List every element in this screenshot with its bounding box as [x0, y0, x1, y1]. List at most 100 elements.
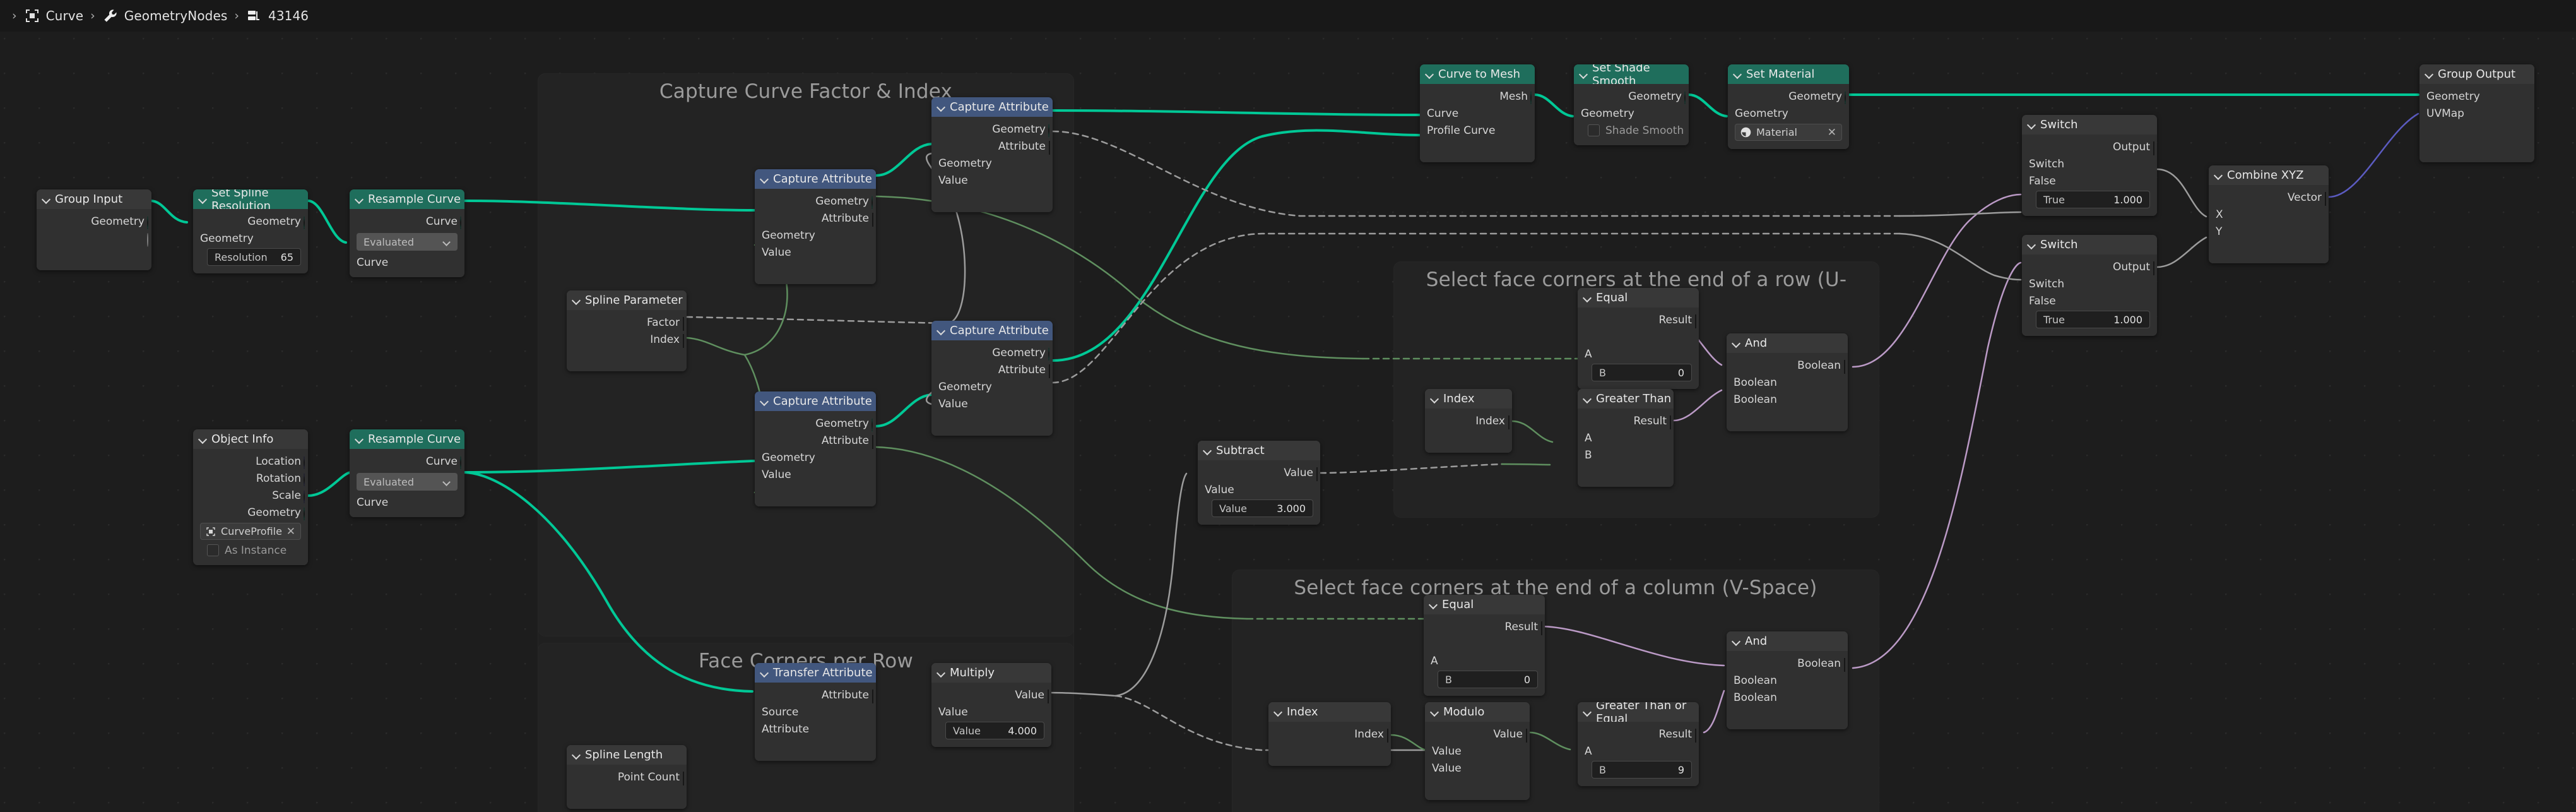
socket-row-geometry-out[interactable]: Geometry — [37, 213, 151, 230]
socket-row-index-out[interactable]: Index — [1425, 412, 1512, 429]
source-input-socket[interactable] — [755, 707, 759, 717]
node-header[interactable]: And — [1727, 631, 1848, 651]
chevron-down-icon[interactable] — [1734, 70, 1742, 78]
material-selector-field[interactable]: Material ✕ — [1735, 124, 1842, 141]
a-input-socket[interactable] — [1424, 656, 1428, 666]
node-capture-attribute-c[interactable]: Capture Attribute Geometry Attribute Geo… — [755, 391, 876, 506]
node-header[interactable]: Greater Than — [1578, 389, 1674, 409]
geometry-input-socket[interactable] — [2419, 92, 2424, 101]
node-editor-canvas[interactable]: Capture Curve Factor & Index Select face… — [0, 32, 2576, 812]
socket-row-point-count-out[interactable]: Point Count — [567, 768, 687, 785]
node-set-spline-resolution[interactable]: Set Spline Resolution Geometry Geometry … — [193, 189, 308, 273]
value-input-socket[interactable] — [931, 399, 936, 409]
object-input-socket[interactable] — [193, 527, 198, 536]
socket-row-attribute-out[interactable]: Attribute — [755, 210, 876, 227]
switch-input-socket[interactable] — [2022, 159, 2026, 169]
geometry-output-socket[interactable] — [147, 216, 151, 230]
chevron-down-icon[interactable] — [42, 195, 50, 203]
boolean-b-input-socket[interactable] — [1727, 395, 1731, 404]
socket-row-geometry-in[interactable]: Geometry — [755, 227, 876, 244]
shade-smooth-checkbox-row[interactable]: Shade Smooth — [1574, 122, 1689, 139]
boolean-b-input-socket[interactable] — [1727, 693, 1731, 702]
socket-row-curve-in[interactable]: Curve — [350, 494, 464, 511]
socket-row-value-in[interactable]: Value — [755, 466, 876, 483]
attribute-input-socket[interactable] — [755, 724, 759, 734]
a-input-socket[interactable] — [1578, 433, 1582, 443]
value-b-input-socket[interactable] — [1198, 503, 1202, 513]
x-input-socket[interactable] — [2209, 210, 2213, 219]
node-and-uspace[interactable]: And Boolean Boolean Boolean — [1727, 333, 1848, 431]
value-input-socket[interactable] — [931, 707, 936, 717]
false-input-socket[interactable] — [2022, 296, 2026, 306]
socket-row-virtual[interactable] — [2419, 122, 2534, 139]
true-input-socket[interactable] — [2022, 314, 2026, 324]
socket-row-value-in[interactable]: Value — [931, 172, 1053, 189]
geometry-output-socket[interactable] — [1684, 91, 1689, 105]
node-header[interactable]: Group Output — [2419, 64, 2534, 84]
socket-row-boolean-out[interactable]: Boolean — [1727, 655, 1848, 672]
socket-row-output-out[interactable]: Output — [2022, 258, 2157, 275]
index-output-socket[interactable] — [1508, 415, 1512, 429]
chevron-down-icon[interactable] — [1583, 294, 1592, 302]
node-switch-1[interactable]: Switch Output Switch False True 1.000 — [2022, 115, 2157, 216]
result-output-socket[interactable] — [1540, 621, 1545, 635]
value-b-input-socket[interactable] — [931, 725, 936, 735]
socket-row-attribute-out[interactable]: Attribute — [931, 138, 1053, 155]
node-header[interactable]: Capture Attribute — [931, 321, 1053, 340]
chevron-down-icon[interactable] — [1203, 446, 1212, 455]
chevron-down-icon[interactable] — [1732, 637, 1740, 645]
socket-row-a-in[interactable]: A — [1578, 345, 1699, 362]
chevron-down-icon[interactable] — [572, 296, 581, 304]
socket-row-geometry-out[interactable]: Geometry — [1574, 88, 1689, 105]
material-input-socket[interactable] — [1728, 128, 1732, 137]
geometry-output-socket[interactable] — [871, 196, 876, 210]
socket-row-uvmap-in[interactable]: UVMap — [2419, 105, 2534, 122]
node-capture-attribute-d[interactable]: Capture Attribute Geometry Attribute Geo… — [931, 321, 1053, 436]
chevron-down-icon[interactable] — [937, 669, 945, 677]
node-group-input[interactable]: Group Input Geometry — [37, 189, 151, 270]
node-header[interactable]: Equal — [1424, 595, 1545, 614]
socket-row-mesh-out[interactable]: Mesh — [1420, 88, 1535, 105]
node-header[interactable]: Set Material — [1728, 64, 1849, 84]
y-input-socket[interactable] — [2209, 227, 2213, 236]
node-header[interactable]: Object Info — [193, 429, 308, 449]
curve-output-socket[interactable] — [460, 456, 464, 470]
b-field[interactable]: B 9 — [1592, 761, 1692, 779]
geometry-output-socket[interactable] — [1048, 347, 1053, 361]
geometry-input-socket[interactable] — [931, 382, 936, 391]
geometry-output-socket[interactable] — [871, 418, 876, 432]
node-header[interactable]: Multiply — [931, 663, 1051, 683]
chevron-down-icon[interactable] — [1580, 70, 1588, 78]
geometry-output-socket[interactable] — [1048, 124, 1053, 138]
node-subtract[interactable]: Subtract Value Value Value 3.000 — [1198, 441, 1320, 525]
node-index-uspace[interactable]: Index Index — [1425, 389, 1512, 453]
socket-row-rotation-out[interactable]: Rotation — [193, 470, 308, 487]
curve-input-socket[interactable] — [350, 258, 354, 267]
value-field[interactable]: Value 3.000 — [1212, 499, 1313, 517]
resample-mode-dropdown[interactable]: Evaluated — [357, 233, 458, 251]
node-greater-than-or-equal[interactable]: Greater Than or Equal Result A B 9 — [1578, 702, 1699, 786]
boolean-output-socket[interactable] — [1843, 658, 1848, 672]
value-input-socket[interactable] — [931, 176, 936, 185]
checkbox[interactable] — [1588, 124, 1600, 136]
node-equal-uspace[interactable]: Equal Result A B 0 — [1578, 288, 1699, 389]
attribute-output-socket[interactable] — [871, 690, 876, 703]
node-header[interactable]: Index — [1268, 702, 1391, 722]
socket-row-y-in[interactable]: Y — [2209, 223, 2329, 240]
socket-row-boolean-a-in[interactable]: Boolean — [1727, 374, 1848, 391]
chevron-down-icon[interactable] — [760, 175, 769, 183]
b-input-socket[interactable] — [1424, 674, 1428, 684]
socket-row-geometry-out[interactable]: Geometry — [755, 415, 876, 432]
socket-row-result-out[interactable]: Result — [1578, 311, 1699, 328]
chevron-down-icon[interactable] — [1732, 339, 1740, 347]
chevron-down-icon[interactable] — [760, 397, 769, 405]
breadcrumb-object-label[interactable]: Curve — [46, 8, 84, 23]
geometry-input-socket[interactable] — [755, 453, 759, 462]
geometry-output-socket[interactable] — [1845, 91, 1849, 105]
socket-row-geometry-in[interactable]: Geometry — [2419, 88, 2534, 105]
node-spline-parameter[interactable]: Spline Parameter Factor Index — [567, 290, 687, 371]
node-header[interactable]: Modulo — [1425, 702, 1530, 722]
boolean-a-input-socket[interactable] — [1727, 378, 1731, 387]
socket-row-geometry-in[interactable]: Geometry — [755, 449, 876, 466]
result-output-socket[interactable] — [1669, 415, 1674, 429]
